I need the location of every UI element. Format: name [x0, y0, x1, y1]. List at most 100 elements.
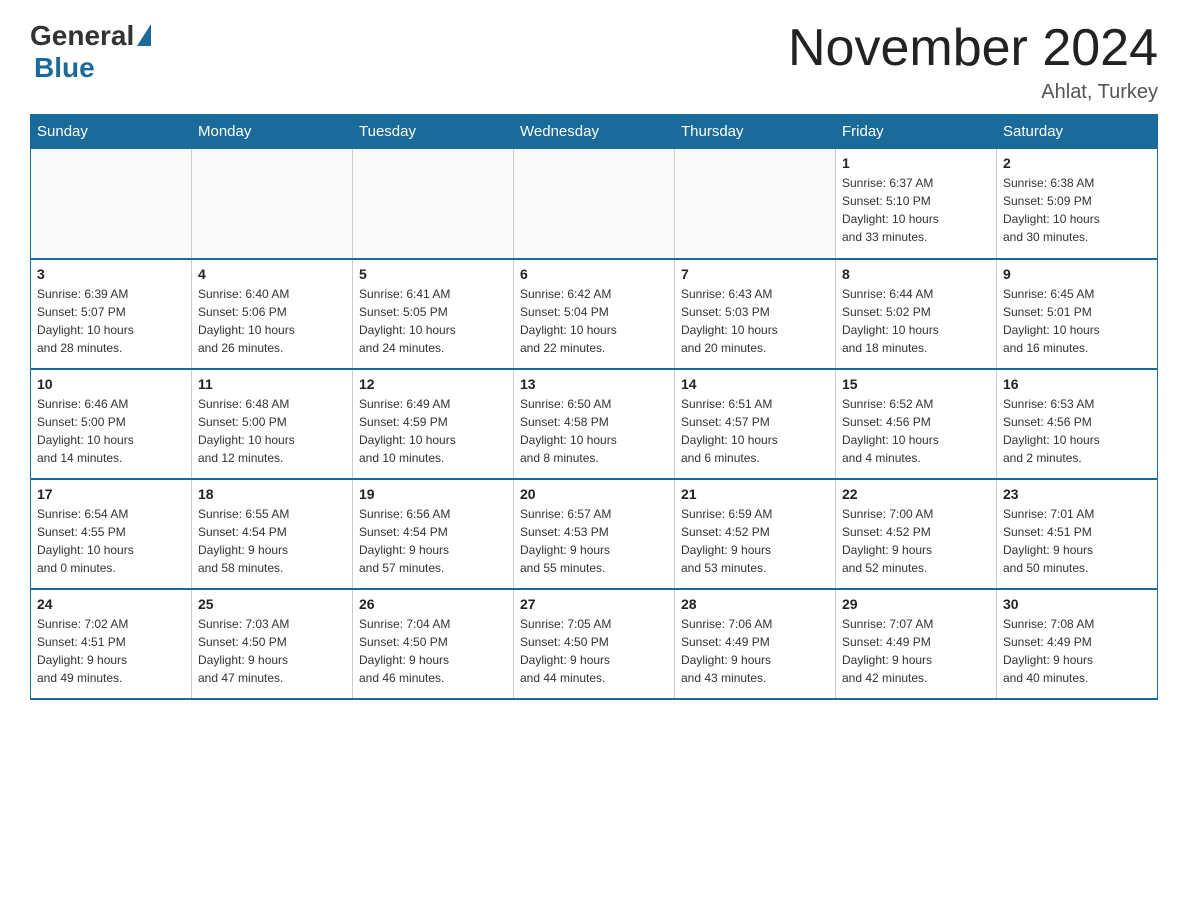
day-info: Sunrise: 7:07 AM Sunset: 4:49 PM Dayligh…: [842, 615, 990, 687]
day-info: Sunrise: 7:06 AM Sunset: 4:49 PM Dayligh…: [681, 615, 829, 687]
day-header-sunday: Sunday: [31, 115, 192, 149]
day-info: Sunrise: 7:01 AM Sunset: 4:51 PM Dayligh…: [1003, 505, 1151, 577]
day-number: 3: [37, 266, 185, 282]
calendar-cell: 7 Sunrise: 6:43 AM Sunset: 5:03 PM Daylig…: [675, 259, 836, 369]
day-number: 27: [520, 596, 668, 612]
calendar-cell: 4 Sunrise: 6:40 AM Sunset: 5:06 PM Daylig…: [192, 259, 353, 369]
day-number: 11: [198, 376, 346, 392]
week-row-2: 3 Sunrise: 6:39 AM Sunset: 5:07 PM Daylig…: [31, 259, 1158, 369]
day-number: 13: [520, 376, 668, 392]
day-number: 29: [842, 596, 990, 612]
day-number: 5: [359, 266, 507, 282]
logo-triangle-icon: [137, 24, 151, 46]
calendar-cell: 12Sunrise: 6:49 AM Sunset: 4:59 PM Dayli…: [353, 369, 514, 479]
calendar-cell: 19Sunrise: 6:56 AM Sunset: 4:54 PM Dayli…: [353, 479, 514, 589]
main-title: November 2024: [788, 20, 1158, 77]
day-number: 6: [520, 266, 668, 282]
calendar-cell: 27 Sunrise: 7:05 AM Sunset: 4:50 PM Dayli…: [514, 589, 675, 699]
day-number: 14: [681, 376, 829, 392]
calendar-cell: 9 Sunrise: 6:45 AM Sunset: 5:01 PM Daylig…: [997, 259, 1158, 369]
calendar-cell: 20Sunrise: 6:57 AM Sunset: 4:53 PM Dayli…: [514, 479, 675, 589]
day-info: Sunrise: 6:41 AM Sunset: 5:05 PM Dayligh…: [359, 285, 507, 357]
calendar-cell: 1Sunrise: 6:37 AM Sunset: 5:10 PM Daylig…: [836, 149, 997, 259]
day-number: 18: [198, 486, 346, 502]
day-header-friday: Friday: [836, 115, 997, 149]
day-number: 26: [359, 596, 507, 612]
title-area: November 2024 Ahlat, Turkey: [788, 20, 1158, 104]
header: General Blue November 2024 Ahlat, Turkey: [30, 20, 1158, 104]
subtitle: Ahlat, Turkey: [788, 81, 1158, 104]
day-info: Sunrise: 7:05 AM Sunset: 4:50 PM Dayligh…: [520, 615, 668, 687]
week-row-1: 1Sunrise: 6:37 AM Sunset: 5:10 PM Daylig…: [31, 149, 1158, 259]
day-info: Sunrise: 6:39 AM Sunset: 5:07 PM Dayligh…: [37, 285, 185, 357]
calendar-cell: 8Sunrise: 6:44 AM Sunset: 5:02 PM Daylig…: [836, 259, 997, 369]
calendar-cell: 16Sunrise: 6:53 AM Sunset: 4:56 PM Dayli…: [997, 369, 1158, 479]
calendar-cell: 25 Sunrise: 7:03 AM Sunset: 4:50 PM Dayli…: [192, 589, 353, 699]
calendar-cell: [192, 149, 353, 259]
day-number: 2: [1003, 155, 1151, 171]
calendar-cell: 6 Sunrise: 6:42 AM Sunset: 5:04 PM Daylig…: [514, 259, 675, 369]
day-number: 21: [681, 486, 829, 502]
week-row-4: 17 Sunrise: 6:54 AM Sunset: 4:55 PM Dayli…: [31, 479, 1158, 589]
calendar-cell: 17 Sunrise: 6:54 AM Sunset: 4:55 PM Dayli…: [31, 479, 192, 589]
day-info: Sunrise: 6:59 AM Sunset: 4:52 PM Dayligh…: [681, 505, 829, 577]
calendar-cell: 22 Sunrise: 7:00 AM Sunset: 4:52 PM Dayli…: [836, 479, 997, 589]
day-info: Sunrise: 6:48 AM Sunset: 5:00 PM Dayligh…: [198, 395, 346, 467]
day-number: 17: [37, 486, 185, 502]
calendar-header-row: SundayMondayTuesdayWednesdayThursdayFrid…: [31, 115, 1158, 149]
calendar-table: SundayMondayTuesdayWednesdayThursdayFrid…: [30, 114, 1158, 700]
day-number: 4: [198, 266, 346, 282]
calendar-cell: 2 Sunrise: 6:38 AM Sunset: 5:09 PM Daylig…: [997, 149, 1158, 259]
week-row-5: 24 Sunrise: 7:02 AM Sunset: 4:51 PM Dayli…: [31, 589, 1158, 699]
calendar-cell: 5 Sunrise: 6:41 AM Sunset: 5:05 PM Daylig…: [353, 259, 514, 369]
calendar-cell: 14 Sunrise: 6:51 AM Sunset: 4:57 PM Dayli…: [675, 369, 836, 479]
day-header-wednesday: Wednesday: [514, 115, 675, 149]
day-header-saturday: Saturday: [997, 115, 1158, 149]
day-number: 24: [37, 596, 185, 612]
day-info: Sunrise: 6:42 AM Sunset: 5:04 PM Dayligh…: [520, 285, 668, 357]
calendar-cell: 30 Sunrise: 7:08 AM Sunset: 4:49 PM Dayli…: [997, 589, 1158, 699]
day-number: 7: [681, 266, 829, 282]
day-header-tuesday: Tuesday: [353, 115, 514, 149]
calendar-cell: 15 Sunrise: 6:52 AM Sunset: 4:56 PM Dayli…: [836, 369, 997, 479]
calendar-cell: [514, 149, 675, 259]
day-info: Sunrise: 7:03 AM Sunset: 4:50 PM Dayligh…: [198, 615, 346, 687]
day-number: 9: [1003, 266, 1151, 282]
calendar-cell: [31, 149, 192, 259]
logo: General Blue: [30, 20, 151, 84]
day-number: 30: [1003, 596, 1151, 612]
day-number: 28: [681, 596, 829, 612]
calendar-cell: 24 Sunrise: 7:02 AM Sunset: 4:51 PM Dayli…: [31, 589, 192, 699]
day-info: Sunrise: 7:04 AM Sunset: 4:50 PM Dayligh…: [359, 615, 507, 687]
day-number: 10: [37, 376, 185, 392]
calendar-cell: 10Sunrise: 6:46 AM Sunset: 5:00 PM Dayli…: [31, 369, 192, 479]
day-info: Sunrise: 7:08 AM Sunset: 4:49 PM Dayligh…: [1003, 615, 1151, 687]
day-info: Sunrise: 6:56 AM Sunset: 4:54 PM Dayligh…: [359, 505, 507, 577]
day-info: Sunrise: 7:02 AM Sunset: 4:51 PM Dayligh…: [37, 615, 185, 687]
day-info: Sunrise: 6:51 AM Sunset: 4:57 PM Dayligh…: [681, 395, 829, 467]
day-number: 25: [198, 596, 346, 612]
day-info: Sunrise: 6:45 AM Sunset: 5:01 PM Dayligh…: [1003, 285, 1151, 357]
day-number: 23: [1003, 486, 1151, 502]
calendar-cell: 21 Sunrise: 6:59 AM Sunset: 4:52 PM Dayli…: [675, 479, 836, 589]
day-number: 16: [1003, 376, 1151, 392]
day-number: 20: [520, 486, 668, 502]
day-info: Sunrise: 6:52 AM Sunset: 4:56 PM Dayligh…: [842, 395, 990, 467]
calendar-cell: 13 Sunrise: 6:50 AM Sunset: 4:58 PM Dayli…: [514, 369, 675, 479]
day-header-monday: Monday: [192, 115, 353, 149]
day-info: Sunrise: 6:43 AM Sunset: 5:03 PM Dayligh…: [681, 285, 829, 357]
day-info: Sunrise: 6:50 AM Sunset: 4:58 PM Dayligh…: [520, 395, 668, 467]
calendar-cell: 11 Sunrise: 6:48 AM Sunset: 5:00 PM Dayli…: [192, 369, 353, 479]
calendar-cell: 3 Sunrise: 6:39 AM Sunset: 5:07 PM Daylig…: [31, 259, 192, 369]
day-number: 12: [359, 376, 507, 392]
calendar-cell: 18Sunrise: 6:55 AM Sunset: 4:54 PM Dayli…: [192, 479, 353, 589]
day-info: Sunrise: 6:54 AM Sunset: 4:55 PM Dayligh…: [37, 505, 185, 577]
day-info: Sunrise: 6:40 AM Sunset: 5:06 PM Dayligh…: [198, 285, 346, 357]
day-number: 15: [842, 376, 990, 392]
calendar-cell: 26 Sunrise: 7:04 AM Sunset: 4:50 PM Dayli…: [353, 589, 514, 699]
calendar-cell: 29 Sunrise: 7:07 AM Sunset: 4:49 PM Dayli…: [836, 589, 997, 699]
day-number: 22: [842, 486, 990, 502]
calendar-cell: 23 Sunrise: 7:01 AM Sunset: 4:51 PM Dayli…: [997, 479, 1158, 589]
day-info: Sunrise: 6:38 AM Sunset: 5:09 PM Dayligh…: [1003, 174, 1151, 246]
day-info: Sunrise: 7:00 AM Sunset: 4:52 PM Dayligh…: [842, 505, 990, 577]
